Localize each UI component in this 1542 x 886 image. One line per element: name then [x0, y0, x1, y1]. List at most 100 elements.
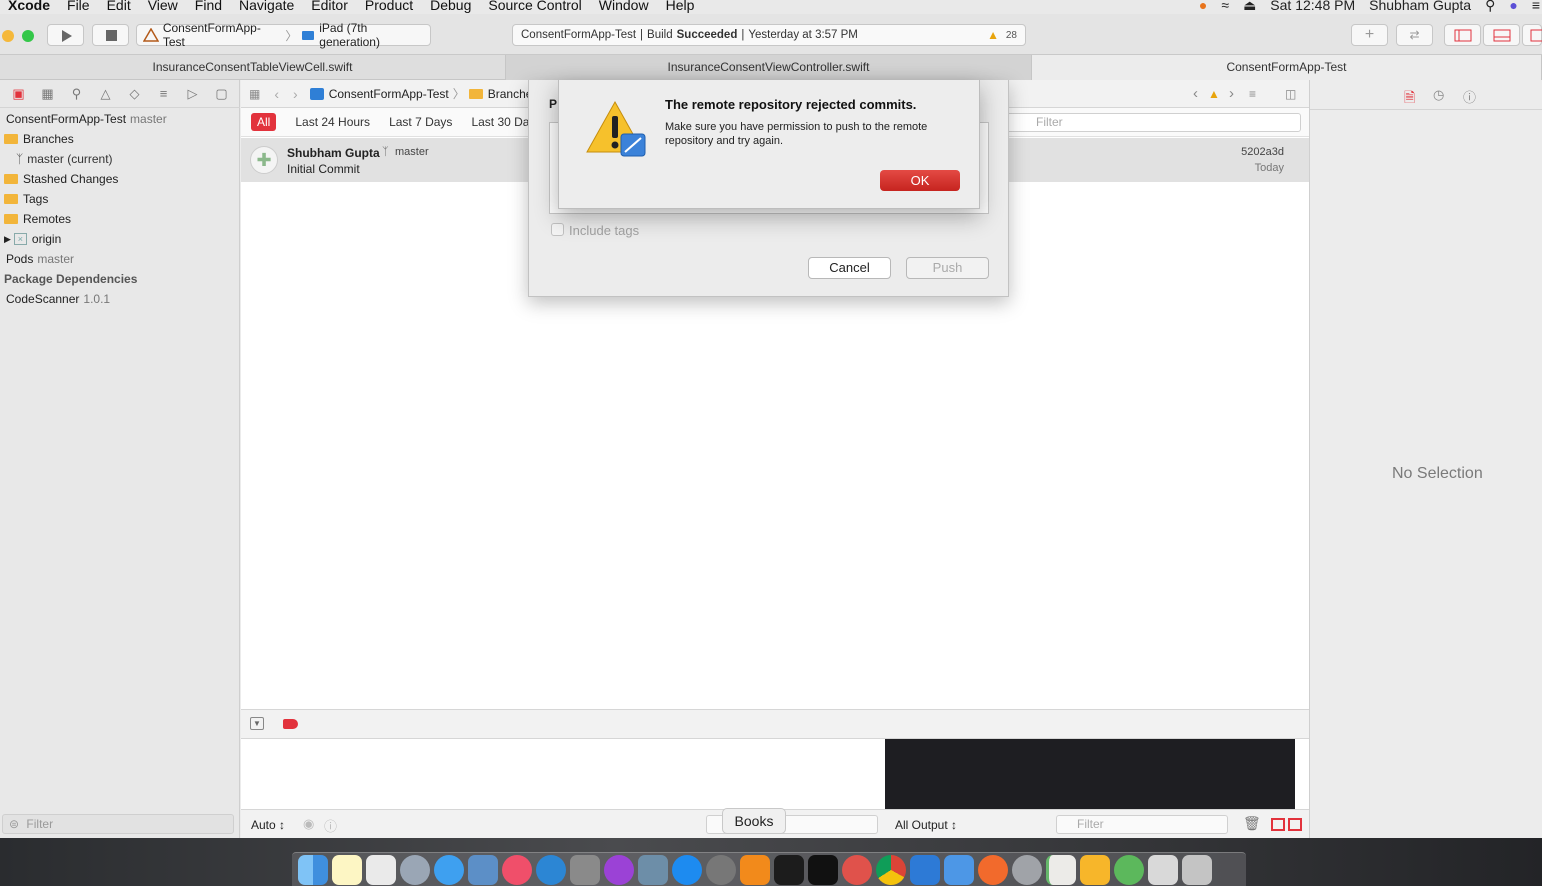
debug-navigator-icon[interactable]: ≡	[155, 86, 173, 101]
menu-debug[interactable]: Debug	[430, 0, 471, 14]
scheme-selector[interactable]: ConsentFormApp-Test 〉 iPad (7th generati…	[136, 21, 431, 49]
include-tags-checkbox[interactable]	[551, 223, 564, 236]
books-icon[interactable]	[740, 854, 770, 885]
hide-debug-area-icon[interactable]: ▼	[250, 717, 264, 730]
console-filter-input[interactable]: Filter	[1056, 815, 1228, 834]
sketch-icon[interactable]	[1080, 854, 1110, 885]
finder-icon[interactable]	[298, 854, 328, 885]
code-review-button[interactable]: ⇄	[1396, 24, 1433, 46]
tree-row-stashed[interactable]: Stashed Changes	[0, 169, 240, 189]
activity-viewer[interactable]: ConsentFormApp-Test | Build Succeeded | …	[512, 24, 1026, 46]
find-navigator-icon[interactable]: ⚲	[68, 86, 86, 102]
tab-table-view-cell[interactable]: InsuranceConsentTableViewCell.swift	[0, 55, 506, 80]
breakpoints-toggle-icon[interactable]	[283, 719, 298, 729]
menu-navigate[interactable]: Navigate	[239, 0, 294, 14]
trash-icon[interactable]: 🗑	[1243, 815, 1261, 832]
issue-warning-icon[interactable]: ▲	[1208, 87, 1220, 101]
filter-7-days[interactable]: Last 7 Days	[389, 115, 452, 129]
photo-icon[interactable]	[638, 854, 668, 885]
issue-navigator-icon[interactable]: △	[97, 86, 115, 102]
help-inspector-icon[interactable]: ⓘ	[1463, 87, 1476, 106]
navigator-filter-input[interactable]: ⊜ Filter	[2, 814, 234, 834]
menu-editor[interactable]: Editor	[311, 0, 348, 14]
tab-view-controller[interactable]: InsuranceConsentViewController.swift	[506, 55, 1032, 80]
zoom-window-button[interactable]	[22, 30, 34, 42]
stop-button[interactable]	[92, 24, 129, 46]
podcasts-icon[interactable]	[604, 854, 634, 885]
push-button[interactable]: Push	[906, 257, 989, 279]
tree-row-project[interactable]: ConsentFormApp-Test master	[0, 109, 240, 129]
tree-row-tags[interactable]: Tags	[0, 189, 240, 209]
notes-icon[interactable]	[332, 854, 362, 885]
menu-help[interactable]: Help	[666, 0, 695, 14]
run-button[interactable]	[47, 24, 84, 46]
eject-icon[interactable]: ⏏	[1243, 0, 1256, 14]
console-output-selector[interactable]: All Output ↕	[895, 818, 957, 832]
toggle-inspector-button[interactable]	[1522, 24, 1542, 46]
tree-row-master[interactable]: ᛉ master (current)	[0, 149, 240, 169]
library-button[interactable]: +	[1351, 24, 1388, 46]
wifi-icon[interactable]: ≈	[1221, 0, 1229, 14]
filter-24-hours[interactable]: Last 24 Hours	[295, 115, 370, 129]
menu-view[interactable]: View	[148, 0, 178, 14]
activity-monitor-icon[interactable]	[774, 854, 804, 885]
sourcetree-icon[interactable]	[1046, 854, 1076, 885]
toggle-navigator-button[interactable]	[1444, 24, 1481, 46]
warning-count[interactable]: 28	[1006, 30, 1017, 41]
menu-file[interactable]: File	[67, 0, 90, 14]
launchpad-icon[interactable]	[400, 854, 430, 885]
breadcrumb-branches[interactable]: Branche	[488, 87, 533, 101]
menu-xcode[interactable]: Xcode	[8, 0, 50, 14]
tree-row-codescanner[interactable]: CodeScanner 1.0.1	[0, 289, 240, 309]
downloads-icon[interactable]	[1148, 854, 1178, 885]
tree-row-branches[interactable]: Branches	[0, 129, 240, 149]
test-navigator-icon[interactable]: ◇	[126, 86, 144, 102]
tree-row-origin[interactable]: ▶ × origin	[0, 229, 240, 249]
commit-filter-input[interactable]: Filter	[1005, 113, 1301, 132]
breakpoint-navigator-icon[interactable]: ▷	[184, 86, 202, 102]
split-view-left-icon[interactable]	[1271, 818, 1285, 831]
filter-all[interactable]: All	[251, 113, 277, 131]
nav-back-issue-icon[interactable]: ‹	[1193, 85, 1198, 102]
menu-window[interactable]: Window	[599, 0, 649, 14]
tab-project[interactable]: ConsentFormApp-Test	[1032, 55, 1542, 80]
terminal-icon[interactable]	[808, 854, 838, 885]
system-preferences-icon[interactable]	[706, 854, 736, 885]
tree-row-pods[interactable]: Pods master	[0, 249, 240, 269]
spotlight-icon[interactable]: ⚲	[1485, 0, 1495, 14]
ok-button[interactable]: OK	[880, 170, 960, 191]
menu-product[interactable]: Product	[365, 0, 413, 14]
eye-icon[interactable]: ◉	[303, 816, 314, 832]
clock[interactable]: Sat 12:48 PM	[1270, 0, 1355, 14]
nav-forward-issue-icon[interactable]: ›	[1229, 85, 1234, 102]
tree-row-remotes[interactable]: Remotes	[0, 209, 240, 229]
swift-icon[interactable]	[978, 854, 1008, 885]
back-arrow-icon[interactable]: ‹	[274, 86, 279, 102]
history-inspector-icon[interactable]: ◷	[1433, 87, 1444, 103]
utility-icon[interactable]	[1012, 854, 1042, 885]
related-items-icon[interactable]: ▦	[249, 87, 260, 101]
simulator-icon[interactable]	[944, 854, 974, 885]
split-view-right-icon[interactable]	[1288, 818, 1302, 831]
xcode-icon[interactable]	[910, 854, 940, 885]
filter-30-days[interactable]: Last 30 Day	[471, 115, 535, 129]
console-output[interactable]	[885, 739, 1295, 809]
report-navigator-icon[interactable]: ▢	[213, 86, 231, 102]
flame-icon[interactable]: ●	[1199, 0, 1207, 14]
preview-icon[interactable]	[468, 854, 498, 885]
source-control-navigator-icon[interactable]: ▣	[10, 86, 28, 102]
safari-icon[interactable]	[434, 854, 464, 885]
disclosure-triangle-icon[interactable]: ▶	[4, 234, 11, 245]
toggle-debug-area-button[interactable]	[1483, 24, 1520, 46]
textedit-icon[interactable]	[366, 854, 396, 885]
edge-icon[interactable]	[536, 854, 566, 885]
editor-options-icon[interactable]: ≡	[1249, 87, 1256, 101]
user-name[interactable]: Shubham Gupta	[1369, 0, 1471, 14]
variables-scope-selector[interactable]: Auto ↕	[251, 818, 285, 832]
menu-find[interactable]: Find	[195, 0, 222, 14]
cancel-button[interactable]: Cancel	[808, 257, 891, 279]
music-icon[interactable]	[502, 854, 532, 885]
forward-arrow-icon[interactable]: ›	[293, 86, 298, 102]
add-editor-icon[interactable]: ◫	[1285, 87, 1296, 101]
tree-row-package-dependencies[interactable]: Package Dependencies	[0, 269, 240, 289]
